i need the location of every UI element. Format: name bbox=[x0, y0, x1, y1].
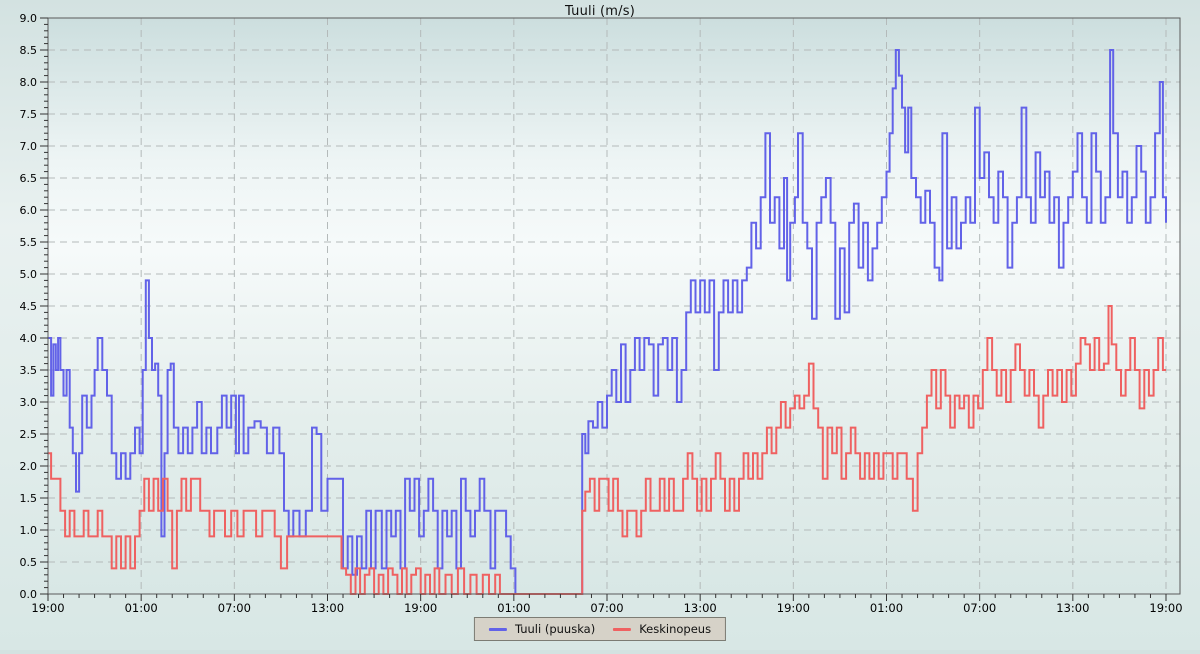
x-tick-label: 07:00 bbox=[963, 601, 996, 615]
y-tick-label: 6.0 bbox=[20, 204, 38, 217]
chart-legend: Tuuli (puuska) Keskinopeus bbox=[474, 617, 726, 641]
chart-svg: 0.0 0.5 1.0 1.5 2.0 2.5 3.0 3.5 4.0 4.5 5.0 5.5 6.0 6… bbox=[0, 0, 1200, 650]
chart-plot-area: 0.0 0.5 1.0 1.5 2.0 2.5 3.0 3.5 4.0 4.5 5.0 5.5 6.0 6… bbox=[0, 0, 1200, 650]
y-tick-label: 5.5 bbox=[20, 236, 38, 249]
y-tick-label: 8.5 bbox=[20, 44, 38, 57]
x-tick-label: 01:00 bbox=[125, 601, 158, 615]
y-tick-label: 1.5 bbox=[20, 492, 38, 505]
x-tick-label: 19:00 bbox=[404, 601, 437, 615]
y-tick-label: 7.5 bbox=[20, 108, 38, 121]
x-tick-label: 19:00 bbox=[31, 601, 64, 615]
y-tick-label: 7.0 bbox=[20, 140, 38, 153]
chart-title: Tuuli (m/s) bbox=[0, 4, 1200, 19]
x-tick-label: 01:00 bbox=[870, 601, 903, 615]
y-tick-label: 2.5 bbox=[20, 428, 38, 441]
y-tick-label: 1.0 bbox=[20, 524, 38, 537]
x-tick-label: 13:00 bbox=[1056, 601, 1089, 615]
y-tick-label: 6.5 bbox=[20, 172, 38, 185]
x-tick-label: 07:00 bbox=[590, 601, 623, 615]
y-tick-label: 3.5 bbox=[20, 364, 38, 377]
legend-label-gust: Tuuli (puuska) bbox=[515, 622, 595, 636]
y-tick-label: 0.5 bbox=[20, 556, 38, 569]
y-tick-label: 3.0 bbox=[20, 396, 38, 409]
legend-line-sample-gust bbox=[489, 628, 507, 631]
x-tick-label: 19:00 bbox=[777, 601, 810, 615]
y-tick-label: 4.5 bbox=[20, 300, 38, 313]
y-tick-label: 5.0 bbox=[20, 268, 38, 281]
legend-line-sample-average bbox=[613, 628, 631, 631]
legend-label-average: Keskinopeus bbox=[639, 622, 711, 636]
wind-chart: 0.0 0.5 1.0 1.5 2.0 2.5 3.0 3.5 4.0 4.5 5.0 5.5 6.0 6… bbox=[0, 0, 1200, 650]
x-tick-label: 13:00 bbox=[311, 601, 344, 615]
legend-item-average: Keskinopeus bbox=[613, 622, 711, 636]
x-tick-label: 07:00 bbox=[218, 601, 251, 615]
x-tick-label: 13:00 bbox=[684, 601, 717, 615]
y-tick-label: 2.0 bbox=[20, 460, 38, 473]
y-tick-label: 4.0 bbox=[20, 332, 38, 345]
y-tick-label: 0.0 bbox=[20, 588, 38, 601]
legend-item-gust: Tuuli (puuska) bbox=[489, 622, 595, 636]
x-tick-label: 01:00 bbox=[497, 601, 530, 615]
x-tick-label: 19:00 bbox=[1149, 601, 1182, 615]
y-tick-label: 8.0 bbox=[20, 76, 38, 89]
